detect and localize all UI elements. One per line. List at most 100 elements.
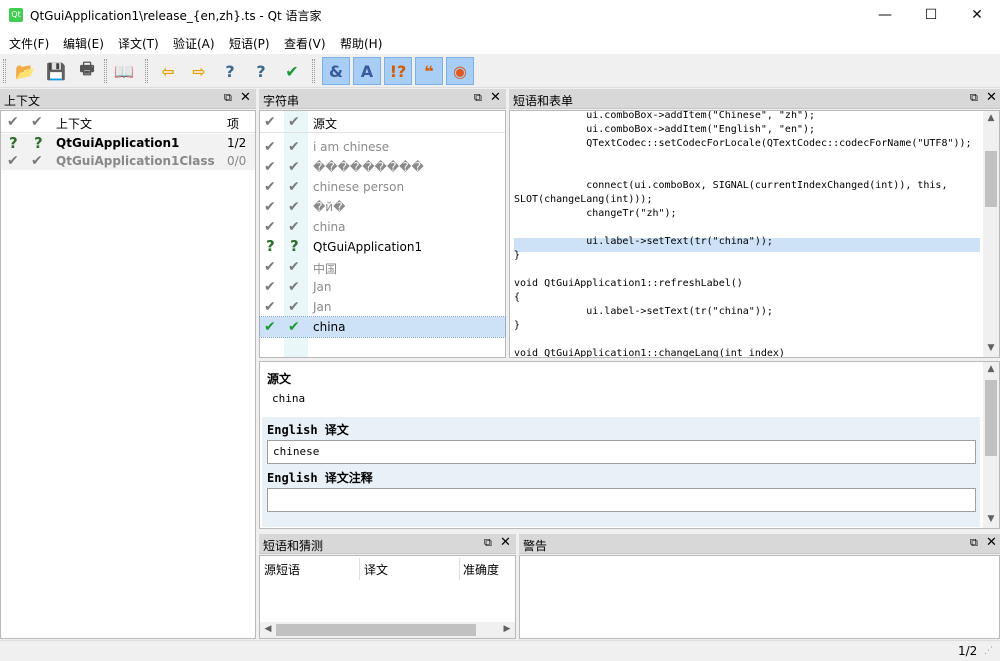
vertical-scrollbar[interactable]: ▲ ▼ [983,111,999,357]
table-row[interactable]: ✔ ✔ QtGuiApplication1Class 0/0 [1,152,255,170]
next-icon[interactable]: ⇨ [185,57,213,85]
menu-edit[interactable]: 编辑(E) [63,35,104,52]
toolbar-grip[interactable] [312,59,315,83]
save-icon[interactable]: 💾 [42,57,70,85]
vertical-scrollbar[interactable]: ▲ ▼ [983,362,999,528]
toolbar-grip[interactable] [3,59,6,83]
translator-comment-field[interactable] [267,488,976,512]
check-icon: ✔ [264,179,276,195]
list-item[interactable]: ✔ ✔ chinese person [260,177,505,197]
float-icon[interactable]: ⧉ [474,91,482,105]
list-item[interactable]: ✔ ✔ Jan [260,277,505,297]
context-count: 0/0 [227,154,247,168]
scroll-left-icon[interactable]: ◀ [260,624,276,634]
list-item[interactable]: ✔ ✔ china [260,217,505,237]
open-icon[interactable]: 📂 [11,57,39,85]
close-icon[interactable]: ✕ [986,90,997,105]
code-line: { [514,292,521,303]
float-icon[interactable]: ⧉ [970,91,978,105]
close-icon[interactable]: ✕ [240,90,251,105]
phrasebook-icon[interactable]: 📖 [110,57,138,85]
strings-list[interactable]: ✔ ✔ 源文 ✔ ✔ i am chinese ✔ ✔ ��������� ✔ ✔ chines… [259,110,506,358]
scroll-thumb[interactable] [985,380,997,456]
toolbar-grip[interactable] [145,59,148,83]
menu-validation[interactable]: 验证(A) [173,35,215,52]
maximize-button[interactable]: ☐ [908,0,954,30]
scroll-up-icon[interactable]: ▲ [983,364,999,374]
check-icon: ✔ [288,299,300,315]
done-next-icon[interactable]: ✔ [278,57,306,85]
accelerator-check-icon[interactable]: & [322,57,350,85]
strings-header: ✔ ✔ 源文 [260,111,505,133]
list-item[interactable]: ✔ ✔ �й� [260,197,505,217]
list-item[interactable]: ✔ ✔ i am chinese [260,137,505,157]
minimize-button[interactable]: — [862,0,908,30]
source-label: 源文 [267,372,292,386]
placemarker-check-icon[interactable]: ❝ [415,57,443,85]
source-code-view[interactable]: ui.comboBox->addItem("Chinese", "zh"); u… [509,110,1000,358]
list-item[interactable]: ?? QtGuiApplication1 [260,237,505,257]
close-button[interactable]: ✕ [954,0,1000,30]
strings-dock-title[interactable]: 字符串 ⧉ ✕ [259,89,506,109]
check-icon: ✔ [31,153,43,169]
scroll-thumb[interactable] [276,624,476,636]
next-unfinished-icon[interactable]: ? [247,57,275,85]
close-icon[interactable]: ✕ [490,90,501,105]
scroll-down-icon[interactable]: ▼ [983,343,999,353]
horizontal-scrollbar[interactable]: ◀ ▶ [260,622,515,638]
prev-unfinished-icon[interactable]: ? [216,57,244,85]
list-item[interactable]: ✔ ✔ china [259,316,506,338]
table-row[interactable]: ? ? QtGuiApplication1 1/2 [1,134,255,152]
scroll-down-icon[interactable]: ▼ [983,514,999,524]
progress-count: 1/2 [958,644,978,658]
column-header-source-phrase[interactable]: 源短语 [264,561,300,578]
column-header-source[interactable]: 源文 [313,115,337,132]
strings-dock-label: 字符串 [263,94,300,108]
menu-translation[interactable]: 译文(T) [118,35,159,52]
column-header-context[interactable]: 上下文 [56,115,92,132]
close-icon[interactable]: ✕ [986,535,997,550]
translation-field[interactable]: chinese [267,440,976,464]
menu-file[interactable]: 文件(F) [9,35,49,52]
column-header-items[interactable]: 项 [227,115,239,132]
question-icon: ? [9,134,18,152]
close-icon[interactable]: ✕ [500,535,511,550]
phrases-dock-title[interactable]: 短语和表单 ⧉ ✕ [509,89,1000,109]
print-icon[interactable]: 🖶 [73,57,101,85]
warnings-list[interactable] [519,555,1000,639]
prev-icon[interactable]: ⇦ [154,57,182,85]
menu-phrases[interactable]: 短语(P) [229,35,270,52]
scroll-up-icon[interactable]: ▲ [983,113,999,123]
code-line: void QtGuiApplication1::changeLang(int i… [514,348,785,358]
menu-help[interactable]: 帮助(H) [340,35,382,52]
check-icon: ✔ [288,199,300,215]
column-header-accuracy[interactable]: 准确度 [463,561,499,578]
context-list[interactable]: ✔ ✔ 上下文 项 ? ? QtGuiApplication1 1/2 ✔ ✔ … [0,110,256,639]
context-dock-title[interactable]: 上下文 ⧉ ✕ [0,89,256,109]
list-item[interactable]: ✔ ✔ Jan [260,297,505,317]
warnings-dock-title[interactable]: 警告 ⧉ ✕ [519,534,1000,554]
guess-dock-title[interactable]: 短语和猜测 ⧉ ✕ [259,534,516,554]
check-icon: ✔ [288,159,300,175]
float-icon[interactable]: ⧉ [970,536,978,550]
scroll-thumb[interactable] [985,151,997,207]
context-dock-label: 上下文 [4,94,41,108]
question-icon: ? [290,237,299,255]
float-icon[interactable]: ⧉ [224,91,232,105]
surrounding-whitespace-icon[interactable]: ◉ [446,57,474,85]
list-item[interactable]: ✔ ✔ ��������� [260,157,505,177]
float-icon[interactable]: ⧉ [484,536,492,550]
menu-view[interactable]: 查看(V) [284,35,326,52]
punctuation-check-icon[interactable]: A [353,57,381,85]
column-header-translation[interactable]: 译文 [364,561,388,578]
scroll-right-icon[interactable]: ▶ [499,624,515,634]
guess-list[interactable]: 源短语 译文 准确度 ◀ ▶ [259,555,516,639]
check-icon: ✔ [288,279,300,295]
list-item[interactable]: ✔ ✔ 中国 [260,257,505,277]
resize-grip-icon[interactable]: ⋰ [984,646,993,656]
code-line: QTextCodec::setCodecForLocale(QTextCodec… [514,138,972,149]
toolbar: 📂 💾 🖶 📖 ⇦ ⇨ ? ? ✔ & A !? ❝ ◉ [0,54,1000,88]
code-line: } [514,250,521,261]
toolbar-grip[interactable] [104,59,107,83]
phrase-check-icon[interactable]: !? [384,57,412,85]
